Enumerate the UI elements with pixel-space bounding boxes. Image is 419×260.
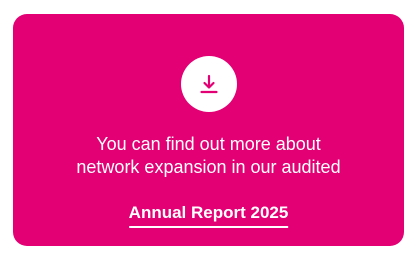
- annual-report-card: You can find out more about network expa…: [13, 14, 404, 246]
- report-message: You can find out more about network expa…: [33, 133, 384, 179]
- message-line-2: network expansion in our audited: [76, 157, 341, 177]
- message-line-1: You can find out more about: [96, 134, 321, 154]
- download-button[interactable]: [180, 56, 237, 112]
- download-icon: [199, 74, 218, 94]
- annual-report-link[interactable]: Annual Report 2025: [128, 203, 289, 228]
